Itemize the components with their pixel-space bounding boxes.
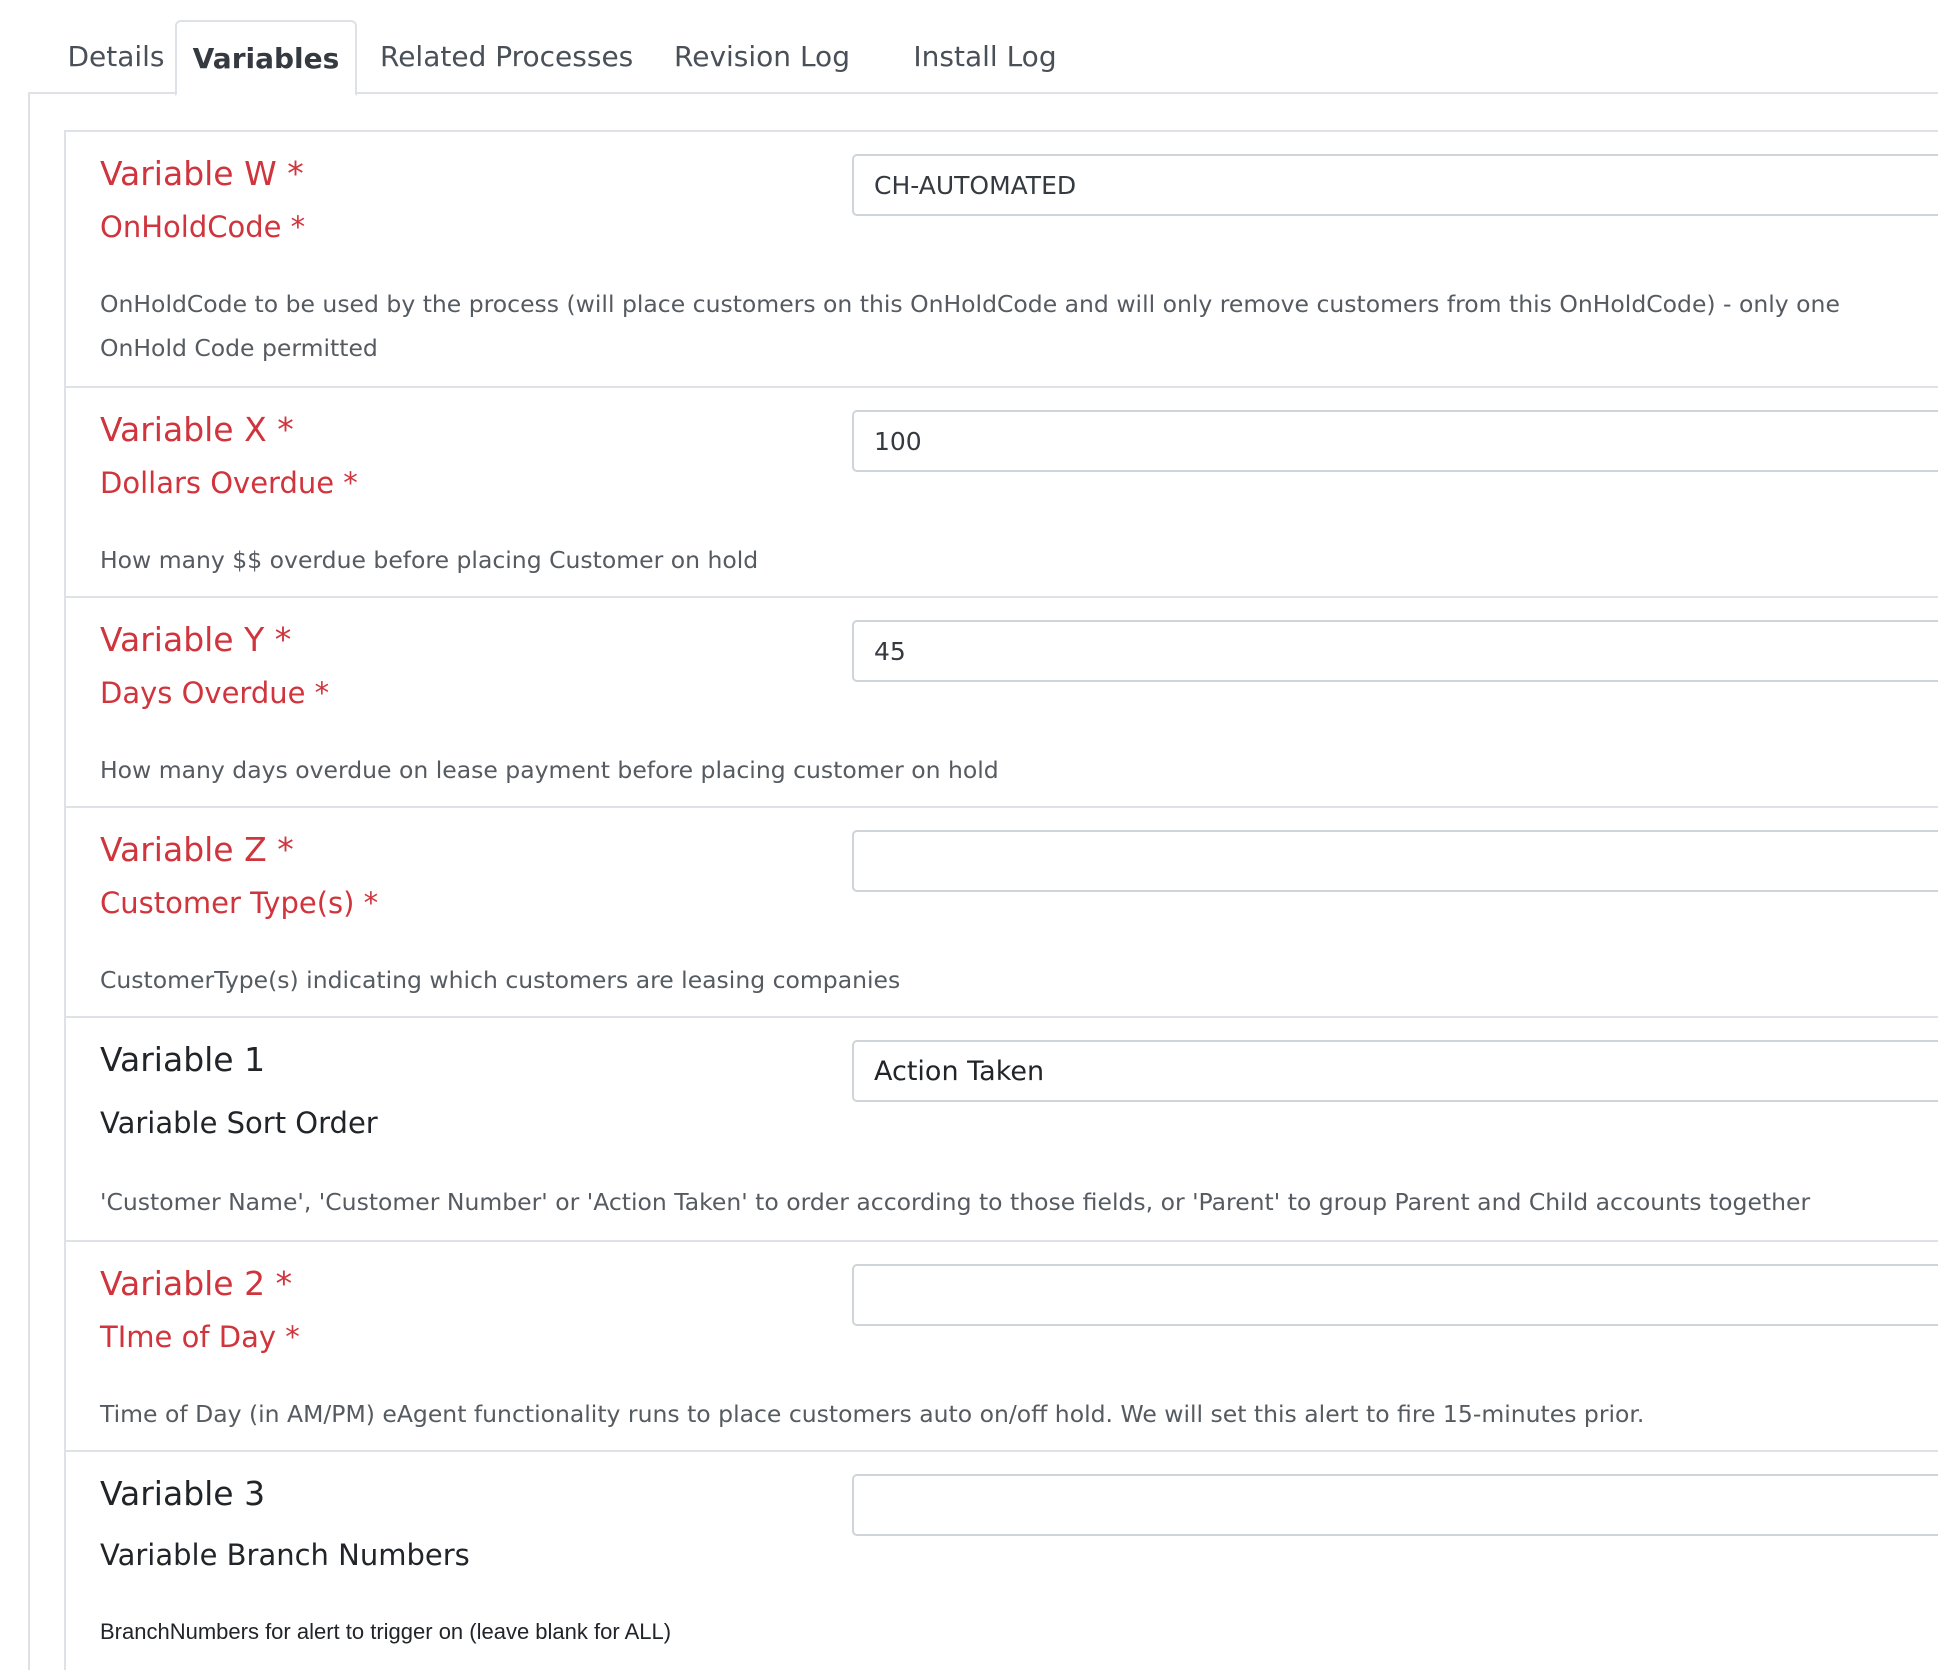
variable-description: 'Customer Name', 'Customer Number' or 'A…: [100, 1188, 1811, 1216]
variable-3-input[interactable]: [852, 1474, 1938, 1536]
variable-description: BranchNumbers for alert to trigger on (l…: [100, 1619, 672, 1644]
variable-subtitle: TIme of Day *: [100, 1320, 300, 1354]
variable-subtitle: Dollars Overdue *: [100, 466, 358, 500]
variable-x-input[interactable]: [852, 410, 1938, 472]
tab-bar: Details Variables Related Processes Revi…: [28, 20, 1938, 96]
variable-w-input[interactable]: [852, 154, 1938, 216]
variable-row-1: Variable 1 Variable Sort Order 'Customer…: [64, 1016, 1938, 1242]
variable-row-y: Variable Y * Days Overdue * How many day…: [64, 596, 1938, 808]
variable-y-input[interactable]: [852, 620, 1938, 682]
variable-title: Variable Y *: [100, 620, 292, 659]
variable-subtitle: Variable Sort Order: [100, 1106, 378, 1140]
variable-2-input[interactable]: [852, 1264, 1938, 1326]
variable-title: Variable 2 *: [100, 1264, 293, 1303]
variable-description: How many days overdue on lease payment b…: [100, 756, 999, 784]
variable-title: Variable 1: [100, 1040, 266, 1079]
variable-1-input[interactable]: [852, 1040, 1938, 1102]
variable-title: Variable Z *: [100, 830, 294, 869]
variable-title: Variable W *: [100, 154, 304, 193]
tab-details[interactable]: Details: [56, 20, 176, 94]
variable-subtitle: OnHoldCode *: [100, 210, 306, 244]
tab-install-log[interactable]: Install Log: [900, 20, 1070, 94]
variable-subtitle: Days Overdue *: [100, 676, 330, 710]
variable-description: OnHoldCode to be used by the process (wi…: [100, 290, 1840, 362]
tab-revision-log[interactable]: Revision Log: [664, 20, 860, 94]
tab-related-processes[interactable]: Related Processes: [380, 20, 633, 94]
variable-description: CustomerType(s) indicating which custome…: [100, 966, 901, 994]
variable-subtitle: Customer Type(s) *: [100, 886, 379, 920]
variable-row-3: Variable 3 Variable Branch Numbers Branc…: [64, 1450, 1938, 1670]
variable-row-z: Variable Z * Customer Type(s) * Customer…: [64, 806, 1938, 1018]
variable-description: Time of Day (in AM/PM) eAgent functional…: [100, 1400, 1645, 1428]
variable-subtitle: Variable Branch Numbers: [100, 1538, 470, 1572]
variable-row-w: Variable W * OnHoldCode * OnHoldCode to …: [64, 130, 1938, 388]
tab-variables[interactable]: Variables: [175, 20, 357, 96]
variable-description: How many $$ overdue before placing Custo…: [100, 546, 759, 574]
variable-row-2: Variable 2 * TIme of Day * Time of Day (…: [64, 1240, 1938, 1452]
variable-z-input[interactable]: [852, 830, 1938, 892]
variable-row-x: Variable X * Dollars Overdue * How many …: [64, 386, 1938, 598]
variable-title: Variable 3: [100, 1474, 266, 1513]
variable-title: Variable X *: [100, 410, 294, 449]
